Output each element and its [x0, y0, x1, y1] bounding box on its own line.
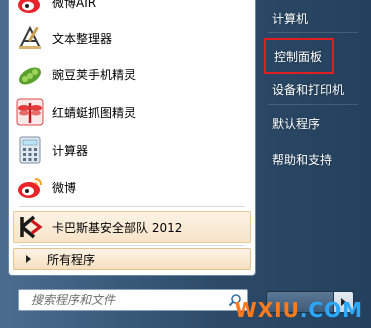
right-item-computer[interactable]: 计算机	[264, 6, 364, 30]
kaspersky-icon	[16, 213, 44, 241]
watermark-part2: .COM	[299, 298, 363, 322]
right-item-default-programs[interactable]: 默认程序	[264, 111, 364, 135]
program-item-calculator[interactable]: 计算器	[13, 134, 251, 166]
arrow-right-icon	[26, 255, 31, 263]
all-programs-button[interactable]: 所有程序	[13, 248, 251, 270]
calculator-icon	[16, 136, 44, 164]
program-item-weibo[interactable]: 微博	[13, 171, 251, 203]
separator	[268, 32, 358, 33]
search-input[interactable]	[19, 290, 225, 310]
right-item-control-panel[interactable]: 控制面板	[264, 38, 334, 74]
right-item-label: 计算机	[272, 11, 309, 26]
program-label: 豌豆荚手机精灵	[52, 67, 137, 82]
all-programs-label: 所有程序	[47, 252, 96, 267]
search-box	[18, 289, 248, 311]
program-item-weibo-air[interactable]: 微博AIR	[13, 0, 251, 18]
weibo-icon	[16, 173, 44, 201]
program-item-text-tool[interactable]: 文本整理器	[13, 22, 251, 54]
program-label: 卡巴斯基安全部队 2012	[52, 220, 183, 235]
programs-pane: 微博AIR 文本整理器 豌豆荚手机精灵 红蜻蜓抓图精灵 计算器 微博 卡巴斯基安…	[8, 0, 256, 276]
weibo-air-icon	[16, 0, 44, 16]
separator	[19, 206, 245, 207]
start-menu: 微博AIR 文本整理器 豌豆荚手机精灵 红蜻蜓抓图精灵 计算器 微博 卡巴斯基安…	[0, 0, 371, 328]
right-item-help-support[interactable]: 帮助和支持	[264, 147, 364, 171]
watermark-part1: WXIU	[234, 298, 300, 322]
right-item-label: 帮助和支持	[272, 152, 333, 167]
program-label: 文本整理器	[52, 31, 113, 46]
program-label: 微博AIR	[52, 0, 97, 10]
text-tool-icon	[16, 24, 44, 52]
program-label: 计算器	[52, 143, 89, 158]
right-item-devices-printers[interactable]: 设备和打印机	[264, 77, 364, 101]
program-item-peapod[interactable]: 豌豆荚手机精灵	[13, 58, 251, 90]
program-label: 微博	[52, 180, 77, 195]
program-label: 红蜻蜓抓图精灵	[52, 105, 137, 120]
right-item-label: 设备和打印机	[272, 82, 345, 97]
search-area	[8, 280, 256, 322]
watermark-logo: WXIU.COM	[235, 298, 363, 322]
peapod-icon	[16, 60, 44, 88]
right-item-label: 默认程序	[272, 116, 321, 131]
separator	[268, 104, 358, 105]
dragonfly-icon	[16, 98, 44, 126]
program-item-kaspersky[interactable]: 卡巴斯基安全部队 2012	[13, 211, 251, 243]
separator	[19, 245, 245, 246]
right-item-label: 控制面板	[274, 49, 323, 64]
program-item-dragonfly[interactable]: 红蜻蜓抓图精灵	[13, 96, 251, 128]
